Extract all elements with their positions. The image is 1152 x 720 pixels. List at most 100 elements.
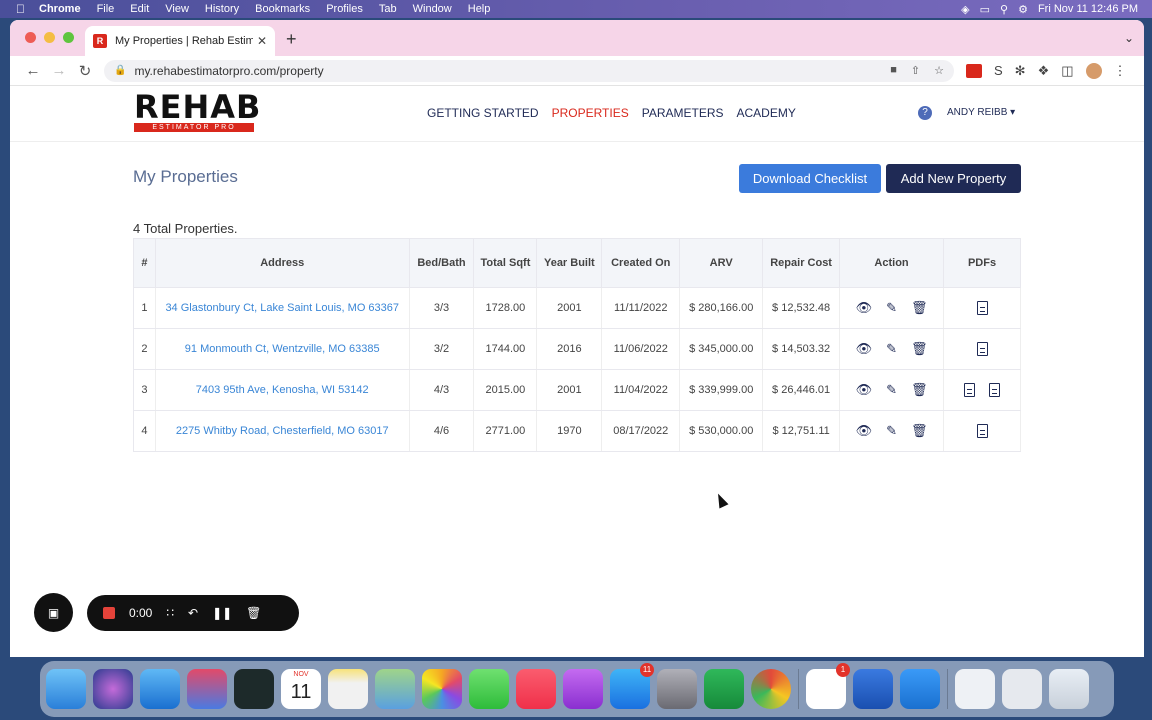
menu-tab[interactable]: Tab xyxy=(371,3,405,15)
profile-avatar[interactable] xyxy=(1085,62,1102,79)
view-eye-icon[interactable]: 👁 xyxy=(856,382,873,398)
menu-help[interactable]: Help xyxy=(460,3,499,15)
apple-menu-icon[interactable]:  xyxy=(0,2,31,16)
view-eye-icon[interactable]: 👁 xyxy=(856,423,873,439)
nav-parameters[interactable]: PARAMETERS xyxy=(642,106,724,120)
camera-blocked-icon[interactable]: ■ xyxy=(890,64,897,77)
pdf-icon[interactable] xyxy=(976,342,988,356)
safari-icon[interactable] xyxy=(140,669,180,709)
lock-icon[interactable]: 🔒 xyxy=(114,65,126,76)
share-icon[interactable]: ⇧ xyxy=(911,64,920,77)
bookmark-star-icon[interactable]: ☆ xyxy=(934,64,944,77)
dock-separator xyxy=(947,669,948,709)
extension-s-icon[interactable]: S xyxy=(994,63,1003,78)
extension-r-icon[interactable] xyxy=(966,63,982,78)
pdf-icon[interactable] xyxy=(964,383,975,397)
close-tab-icon[interactable]: ✕ xyxy=(257,34,267,48)
zoom-icon[interactable] xyxy=(900,669,940,709)
wifi-icon[interactable]: ◈ xyxy=(961,3,969,16)
back-icon[interactable]: ← xyxy=(20,62,46,79)
activity-monitor-icon[interactable] xyxy=(234,669,274,709)
delete-trash-icon[interactable]: 🗑 xyxy=(911,341,928,357)
battery-icon[interactable]: ▭ xyxy=(980,3,990,16)
edit-icon[interactable]: ✎ xyxy=(886,300,897,316)
side-panel-icon[interactable]: ◫ xyxy=(1061,63,1073,79)
recorder-camera-button[interactable]: ▣ xyxy=(34,593,73,632)
delete-trash-icon[interactable]: 🗑 xyxy=(911,300,928,316)
calendar-month: NOV xyxy=(293,671,309,678)
messages-icon[interactable] xyxy=(469,669,509,709)
address-bar[interactable]: 🔒 my.rehabestimatorpro.com/property ■ ⇧ … xyxy=(104,59,954,82)
add-new-property-button[interactable]: Add New Property xyxy=(886,164,1021,193)
address-link[interactable]: 2275 Whitby Road, Chesterfield, MO 63017 xyxy=(155,410,410,452)
minimize-window-button[interactable] xyxy=(44,32,55,43)
notes-icon[interactable] xyxy=(328,669,368,709)
grid-icon[interactable]: ∷ xyxy=(166,606,174,620)
extension-color-icon[interactable]: ✻ xyxy=(1015,63,1026,79)
menu-profiles[interactable]: Profiles xyxy=(318,3,371,15)
search-icon[interactable]: ⚲ xyxy=(1000,3,1008,16)
nav-properties[interactable]: PROPERTIES xyxy=(552,106,629,120)
pause-icon[interactable]: ❚❚ xyxy=(212,606,232,620)
nav-getting-started[interactable]: GETTING STARTED xyxy=(427,106,539,120)
menu-view[interactable]: View xyxy=(157,3,197,15)
zoom-window-button[interactable] xyxy=(63,32,74,43)
nav-academy[interactable]: ACADEMY xyxy=(737,106,796,120)
edit-icon[interactable]: ✎ xyxy=(886,423,897,439)
trash-icon[interactable]: 🗑 xyxy=(246,606,261,620)
menu-window[interactable]: Window xyxy=(405,3,460,15)
download-checklist-button[interactable]: Download Checklist xyxy=(739,164,881,193)
menu-bookmarks[interactable]: Bookmarks xyxy=(247,3,318,15)
control-center-icon[interactable]: ⚙ xyxy=(1018,3,1028,16)
address-link[interactable]: 91 Monmouth Ct, Wentzville, MO 63385 xyxy=(155,328,410,370)
music-icon[interactable] xyxy=(516,669,556,709)
document-preview-icon[interactable] xyxy=(955,669,995,709)
view-eye-icon[interactable]: 👁 xyxy=(856,341,873,357)
stop-recording-button[interactable] xyxy=(103,607,115,619)
address-link[interactable]: 7403 95th Ave, Kenosha, WI 53142 xyxy=(155,369,410,411)
close-window-button[interactable] xyxy=(25,32,36,43)
menu-app-name[interactable]: Chrome xyxy=(31,3,89,15)
word-icon[interactable] xyxy=(853,669,893,709)
app-store-icon[interactable]: 11 xyxy=(610,663,654,709)
rehab-estimator-logo[interactable]: REHAB ESTIMATOR PRO xyxy=(134,91,260,132)
menu-history[interactable]: History xyxy=(197,3,247,15)
user-menu[interactable]: ANDY REIBB ▾ xyxy=(947,107,1015,118)
podcasts-icon[interactable] xyxy=(563,669,603,709)
photos-icon[interactable] xyxy=(422,669,462,709)
pdf-icon[interactable] xyxy=(976,424,988,438)
delete-trash-icon[interactable]: 🗑 xyxy=(911,382,928,398)
forward-icon[interactable]: → xyxy=(46,62,72,79)
address-link[interactable]: 34 Glastonbury Ct, Lake Saint Louis, MO … xyxy=(155,287,410,329)
help-icon[interactable]: ? xyxy=(918,106,932,120)
siri-icon[interactable] xyxy=(93,669,133,709)
browser-tab[interactable]: R My Properties | Rehab Estimato ✕ xyxy=(85,26,275,56)
new-tab-icon[interactable]: + xyxy=(286,29,297,50)
launchpad-icon[interactable] xyxy=(187,669,227,709)
menu-edit[interactable]: Edit xyxy=(122,3,157,15)
maps-icon[interactable] xyxy=(375,669,415,709)
undo-icon[interactable]: ↶ xyxy=(188,606,198,620)
slack-icon[interactable]: 1 xyxy=(806,663,850,709)
calendar-icon[interactable]: NOV 11 xyxy=(281,669,321,709)
numbers-icon[interactable] xyxy=(704,669,744,709)
menubar-clock[interactable]: Fri Nov 11 12:46 PM xyxy=(1038,3,1138,15)
system-preferences-icon[interactable] xyxy=(657,669,697,709)
finder-icon[interactable] xyxy=(46,669,86,709)
edit-icon[interactable]: ✎ xyxy=(886,382,897,398)
repair-cost: $ 12,532.48 xyxy=(762,287,841,329)
delete-trash-icon[interactable]: 🗑 xyxy=(911,423,928,439)
browser-menu-icon[interactable]: ⋮ xyxy=(1114,63,1127,79)
chrome-icon[interactable] xyxy=(751,669,791,709)
window-preview-icon[interactable] xyxy=(1002,669,1042,709)
extensions-puzzle-icon[interactable]: ❖ xyxy=(1038,63,1050,79)
menu-file[interactable]: File xyxy=(89,3,123,15)
pdf-icon[interactable] xyxy=(976,301,988,315)
pdf-icon[interactable] xyxy=(989,383,1000,397)
trash-bin-icon[interactable] xyxy=(1049,669,1089,709)
edit-icon[interactable]: ✎ xyxy=(886,341,897,357)
tab-search-chevron-icon[interactable]: ⌄ xyxy=(1124,31,1134,45)
view-eye-icon[interactable]: 👁 xyxy=(856,300,873,316)
col-header-bedbath: Bed/Bath xyxy=(409,238,475,288)
reload-icon[interactable]: ↻ xyxy=(72,62,98,80)
